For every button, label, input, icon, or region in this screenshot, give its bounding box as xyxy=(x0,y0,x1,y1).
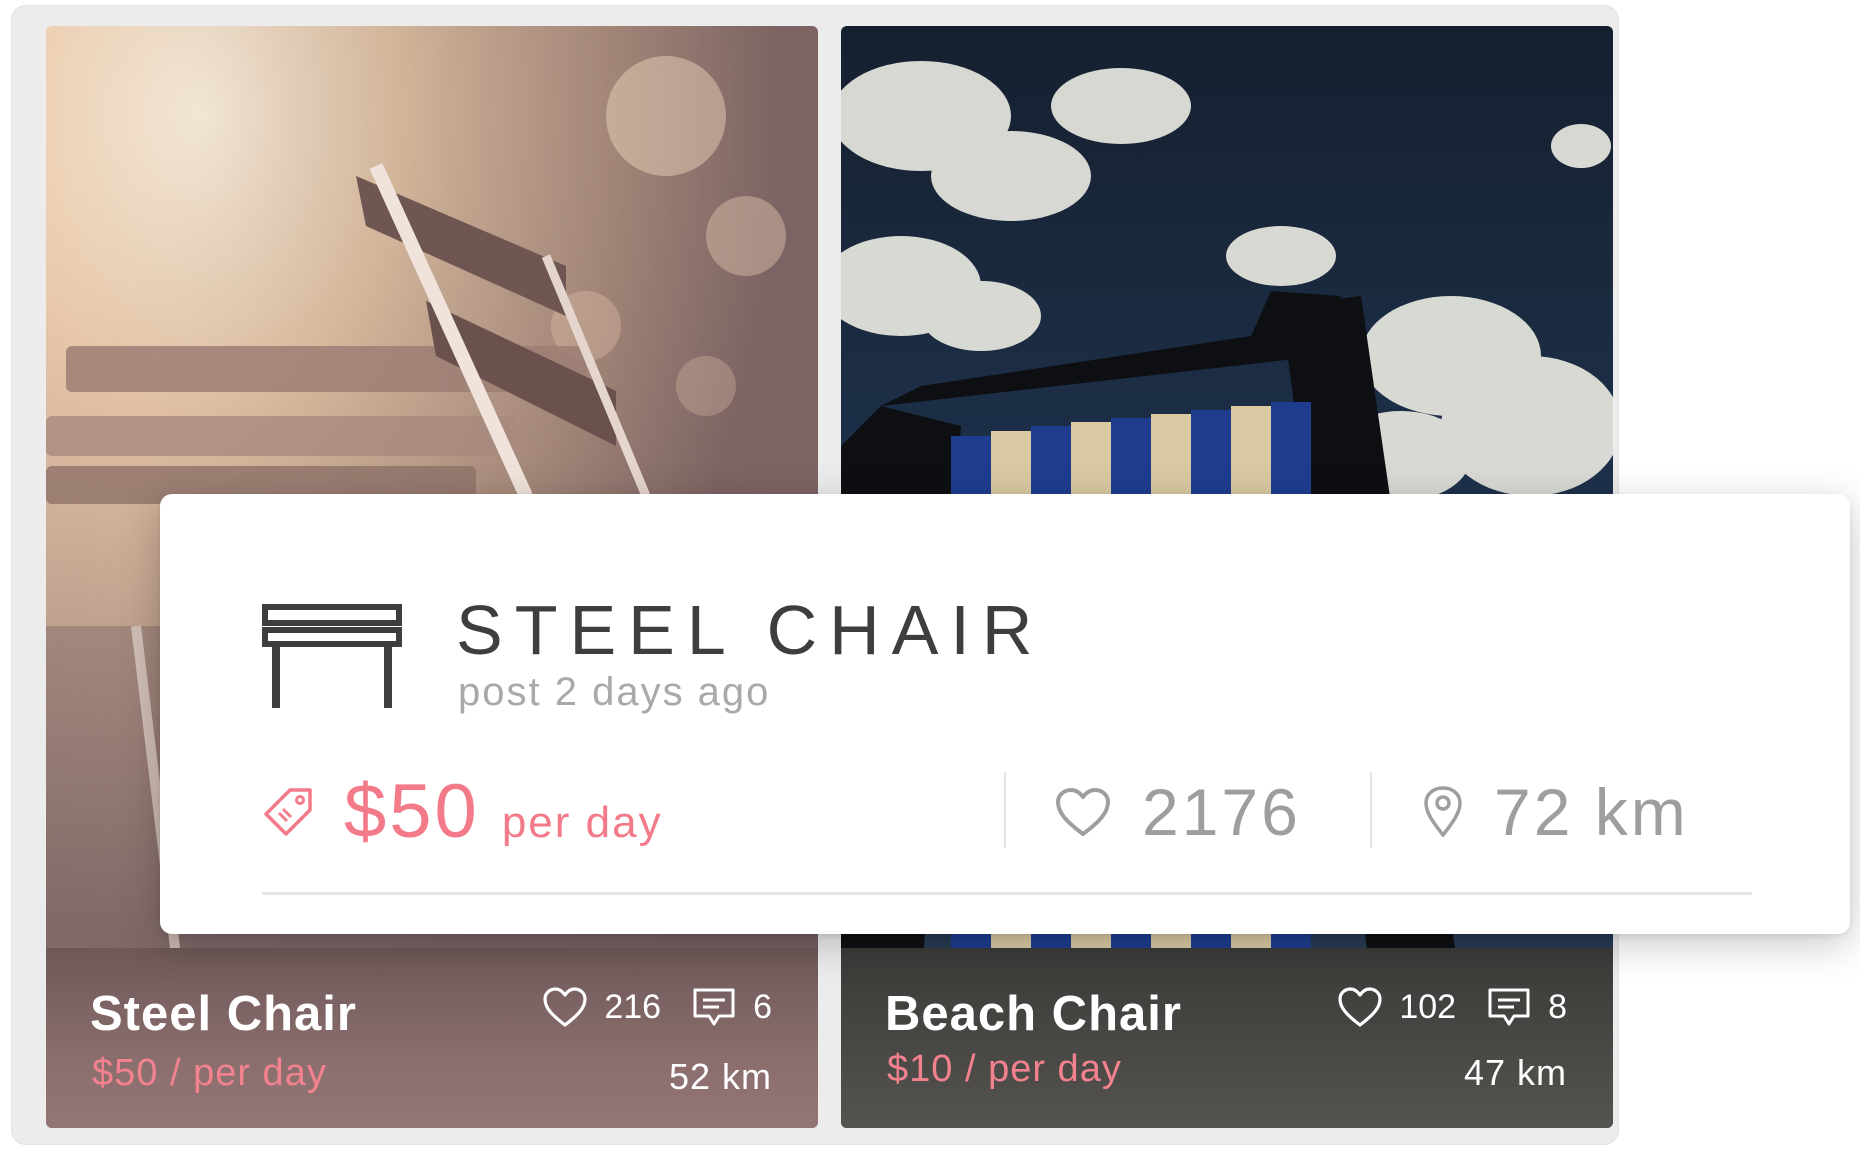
price-tag-icon xyxy=(264,787,312,836)
likes-count: 2176 xyxy=(1142,775,1301,849)
detail-title: STEEL CHAIR xyxy=(456,591,1045,669)
listing-stats: 102 8 xyxy=(1307,986,1567,1028)
comments-count: 6 xyxy=(753,987,772,1026)
detail-price: $50 per day xyxy=(262,768,663,855)
listing-distance: 52 km xyxy=(668,1056,772,1097)
detail-likes[interactable]: 2176 xyxy=(1054,774,1301,850)
listing-price: $10 / per day xyxy=(887,1048,1122,1090)
comments-stat[interactable]: 8 xyxy=(1486,986,1567,1028)
price-amount: $50 xyxy=(344,769,480,854)
price-unit: per day xyxy=(501,798,663,847)
card-footer: Beach Chair $10 / per day 102 8 47 km xyxy=(841,948,1613,1128)
detail-distance: 72 km xyxy=(1422,774,1689,850)
comment-icon xyxy=(1488,988,1530,1026)
detail-posted-time: post 2 days ago xyxy=(458,670,771,714)
comment-icon xyxy=(693,988,735,1026)
listing-stats: 216 6 xyxy=(512,986,772,1028)
listing-distance: 47 km xyxy=(1463,1052,1567,1093)
bench-icon xyxy=(262,604,402,708)
divider-line xyxy=(262,892,1752,895)
likes-stat[interactable]: 102 xyxy=(1337,986,1456,1028)
comments-count: 8 xyxy=(1548,987,1567,1026)
listing-price: $50 / per day xyxy=(92,1052,327,1094)
listing-detail-popup[interactable]: STEEL CHAIR post 2 days ago $50 per day … xyxy=(160,494,1850,934)
likes-count: 216 xyxy=(604,987,662,1026)
heart-icon xyxy=(1056,788,1110,836)
listing-title: Beach Chair xyxy=(885,987,1182,1041)
stat-divider xyxy=(1370,772,1372,848)
heart-icon xyxy=(543,987,587,1027)
likes-stat[interactable]: 216 xyxy=(542,986,661,1028)
distance-value: 72 km xyxy=(1494,775,1689,849)
stat-divider xyxy=(1004,772,1006,848)
likes-count: 102 xyxy=(1399,987,1457,1026)
heart-icon xyxy=(1338,987,1382,1027)
location-pin-icon xyxy=(1424,786,1462,837)
comments-stat[interactable]: 6 xyxy=(691,986,772,1028)
listing-title: Steel Chair xyxy=(90,987,357,1041)
card-footer: Steel Chair $50 / per day 216 6 52 km xyxy=(46,948,818,1128)
